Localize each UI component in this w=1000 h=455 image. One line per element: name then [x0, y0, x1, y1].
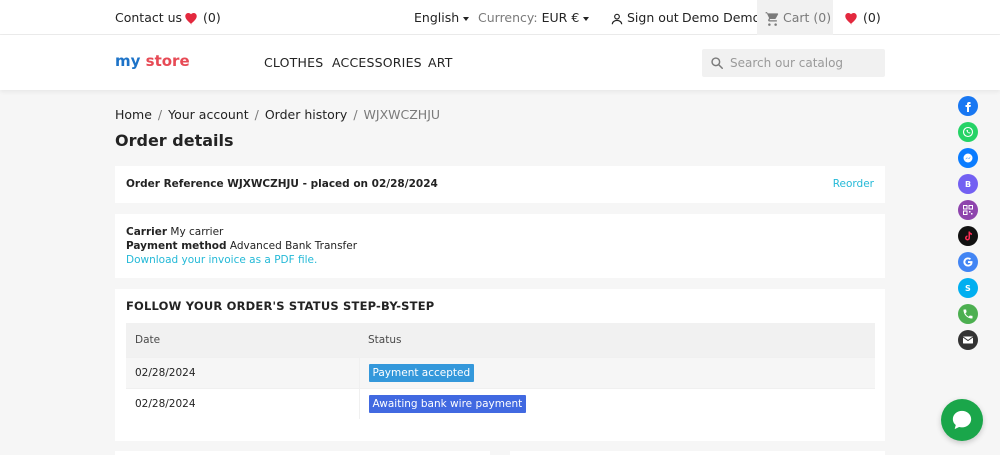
chevron-down-icon: [583, 16, 590, 21]
wishlist-link-right[interactable]: (0): [844, 0, 881, 35]
carrier-value: My carrier: [170, 226, 224, 238]
status-table: Date Status 02/28/2024 Payment accepted …: [126, 323, 875, 419]
breadcrumb-home[interactable]: Home: [115, 107, 152, 122]
currency-selector[interactable]: Currency: EUR €: [478, 0, 590, 35]
order-info-card: Carrier My carrier Payment method Advanc…: [115, 214, 885, 278]
logo-part1: my: [115, 52, 141, 70]
payment-value: Advanced Bank Transfer: [229, 240, 358, 252]
currency-label: Currency:: [478, 10, 538, 25]
carrier-line: Carrier My carrier: [126, 225, 874, 239]
skype-icon[interactable]: S: [958, 278, 978, 298]
order-reference-card: Order Reference WJXWCZHJU - placed on 02…: [115, 166, 885, 203]
language-selector[interactable]: English: [414, 0, 470, 35]
table-row: 02/28/2024 Payment accepted: [126, 356, 875, 388]
chevron-down-icon: [463, 16, 470, 21]
wishlist-count: (0): [203, 10, 221, 25]
viber-icon[interactable]: B: [958, 174, 978, 194]
qr-icon[interactable]: [958, 200, 978, 220]
email-icon[interactable]: [958, 330, 978, 350]
google-icon[interactable]: [958, 252, 978, 272]
contact-us-link[interactable]: Contact us: [115, 0, 182, 35]
account-link[interactable]: Demo Demo: [682, 0, 760, 35]
status-cell: Awaiting bank wire payment: [359, 387, 875, 419]
breadcrumb-order-history[interactable]: Order history: [265, 107, 348, 122]
order-status-card: FOLLOW YOUR ORDER'S STATUS STEP-BY-STEP …: [115, 289, 885, 441]
search-box: [702, 49, 885, 77]
search-input[interactable]: [730, 49, 880, 77]
reorder-link[interactable]: Reorder: [833, 178, 874, 190]
menu-item-accessories[interactable]: ACCESSORIES: [332, 55, 422, 70]
menu-item-clothes[interactable]: CLOTHES: [264, 55, 323, 70]
heart-icon: [185, 12, 197, 25]
language-label: English: [414, 10, 460, 25]
store-logo[interactable]: my store: [115, 52, 190, 70]
breadcrumb: Home / Your account / Order history / WJXWCZHJ…: [115, 107, 441, 122]
address-card-left: [115, 451, 490, 455]
messenger-icon[interactable]: [958, 148, 978, 168]
column-header-date: Date: [126, 323, 359, 357]
user-icon: [611, 13, 623, 24]
whatsapp-icon[interactable]: [958, 122, 978, 142]
logo-part2: store: [145, 52, 190, 70]
wishlist-count: (0): [863, 10, 881, 25]
sign-out-link[interactable]: Sign out: [610, 0, 679, 35]
header: my store CLOTHES ACCESSORIES ART: [0, 35, 1000, 90]
status-heading: FOLLOW YOUR ORDER'S STATUS STEP-BY-STEP: [126, 299, 435, 313]
search-icon[interactable]: [710, 56, 724, 70]
order-reference: Order Reference WJXWCZHJU - placed on 02…: [126, 178, 438, 190]
currency-value: EUR €: [541, 10, 580, 25]
facebook-icon[interactable]: [958, 96, 978, 116]
cart-count: (0): [813, 10, 832, 25]
phone-icon[interactable]: [958, 304, 978, 324]
cart-icon: [765, 11, 779, 26]
heart-icon: [845, 12, 857, 25]
chat-button[interactable]: [941, 399, 983, 441]
breadcrumb-your-account[interactable]: Your account: [168, 107, 248, 122]
address-card-right: [510, 451, 885, 455]
payment-line: Payment method Advanced Bank Transfer: [126, 239, 874, 253]
status-badge: Payment accepted: [368, 363, 475, 382]
cart-button[interactable]: Cart (0): [757, 0, 833, 35]
chat-bubble-icon: [952, 410, 972, 430]
table-row: 02/28/2024 Awaiting bank wire payment: [126, 387, 875, 419]
breadcrumb-current: WJXWCZHJU: [363, 107, 441, 122]
sign-out-label: Sign out: [627, 10, 679, 25]
wishlist-link-left[interactable]: (0): [184, 0, 221, 35]
invoice-download-link[interactable]: Download your invoice as a PDF file.: [126, 254, 317, 266]
status-date: 02/28/2024: [126, 387, 360, 419]
status-badge: Awaiting bank wire payment: [368, 394, 527, 413]
top-nav: Contact us (0) English Currency: EUR € S…: [0, 0, 1000, 35]
column-header-status: Status: [359, 323, 875, 357]
menu-item-art[interactable]: ART: [428, 55, 453, 70]
tiktok-icon[interactable]: [958, 226, 978, 246]
status-date: 02/28/2024: [126, 356, 360, 388]
svg-text:S: S: [965, 284, 971, 293]
carrier-label: Carrier: [126, 226, 168, 238]
status-cell: Payment accepted: [359, 356, 875, 388]
cart-label: Cart: [783, 10, 810, 25]
page-title: Order details: [115, 131, 234, 150]
payment-label: Payment method: [126, 240, 227, 252]
svg-text:B: B: [965, 180, 971, 189]
